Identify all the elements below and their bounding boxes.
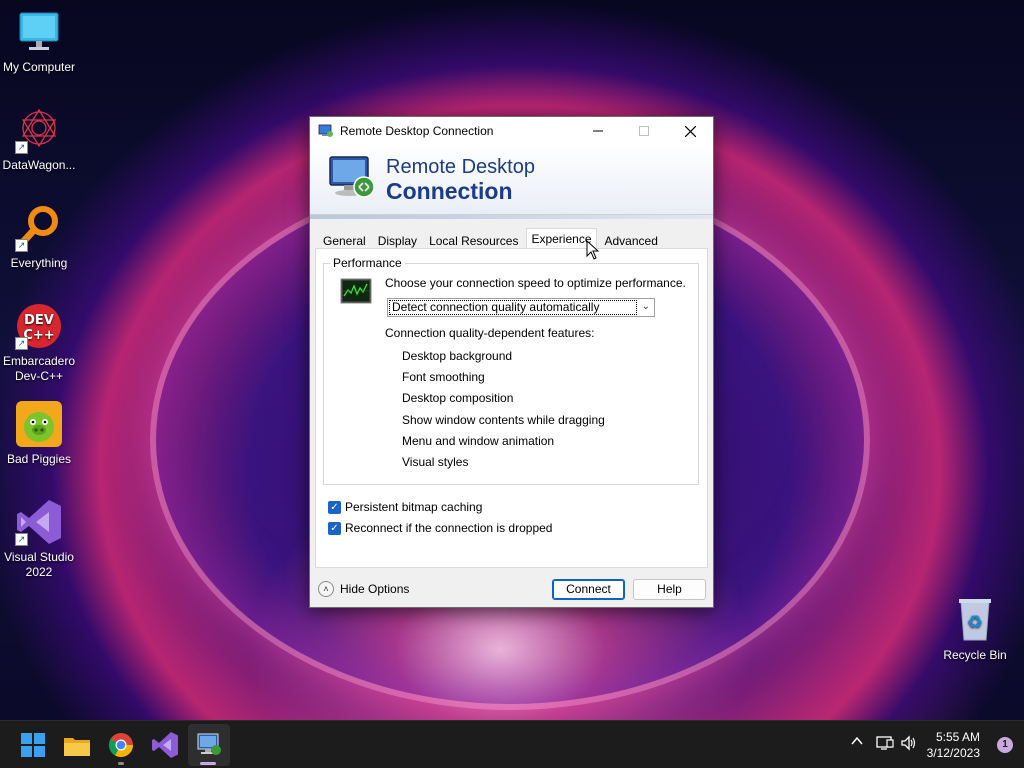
bad-piggies-icon bbox=[15, 400, 63, 448]
shortcut-arrow-icon: ↗ bbox=[15, 533, 28, 546]
banner-title-line2: Connection bbox=[386, 178, 513, 204]
checkmark-icon: ✓ bbox=[328, 521, 341, 535]
window-title: Remote Desktop Connection bbox=[340, 124, 494, 138]
feature-item: Desktop background bbox=[402, 349, 513, 363]
connection-speed-value: Detect connection quality automatically bbox=[389, 300, 637, 315]
visual-studio-icon[interactable] bbox=[150, 730, 180, 760]
maximize-icon bbox=[639, 126, 649, 136]
visual-studio-icon: ↗ bbox=[15, 498, 63, 546]
clock-date: 3/12/2023 bbox=[926, 746, 980, 760]
desktop-icon-label: Visual Studio 2022 bbox=[4, 550, 74, 579]
desktop-icon-bad-piggies[interactable]: Bad Piggies bbox=[0, 400, 78, 467]
desktop-icon-label: Embarcadero Dev-C++ bbox=[2, 354, 76, 383]
volume-icon[interactable] bbox=[900, 735, 918, 754]
experience-panel: Performance Choose your connection speed… bbox=[315, 248, 708, 568]
windows-start-icon[interactable] bbox=[18, 730, 48, 760]
help-button[interactable]: Help bbox=[633, 579, 706, 600]
desktop-icon-datawagon[interactable]: ↗ DataWagon... bbox=[0, 106, 78, 173]
network-icon[interactable] bbox=[876, 735, 894, 754]
connect-button[interactable]: Connect bbox=[552, 579, 625, 600]
desktop-icon-label: Bad Piggies bbox=[6, 452, 72, 466]
maximize-button bbox=[621, 117, 667, 145]
svg-text:C++: C++ bbox=[23, 328, 54, 343]
recycle-bin-icon: ♻ bbox=[951, 596, 999, 644]
minimize-icon bbox=[593, 130, 603, 132]
checkbox-label: Persistent bitmap caching bbox=[345, 500, 483, 514]
svg-text:DEV: DEV bbox=[24, 313, 54, 328]
dialog-banner: Remote Desktop Connection bbox=[310, 145, 713, 215]
connection-speed-select[interactable]: Detect connection quality automatically … bbox=[387, 298, 655, 317]
minimize-button[interactable] bbox=[575, 117, 621, 145]
close-button[interactable] bbox=[667, 117, 713, 145]
remote-desktop-dialog: Remote Desktop Connection Remote Desktop… bbox=[309, 116, 714, 608]
desktop-icon-label: Everything bbox=[10, 256, 68, 270]
hide-options-label: Hide Options bbox=[340, 582, 410, 596]
performance-group: Performance Choose your connection speed… bbox=[323, 256, 699, 485]
remote-desktop-large-icon bbox=[329, 156, 375, 198]
shortcut-arrow-icon: ↗ bbox=[15, 239, 28, 252]
remote-desktop-active-indicator bbox=[200, 762, 216, 765]
taskbar: 5:55 AM 3/12/2023 1 bbox=[0, 720, 1024, 768]
performance-monitor-icon bbox=[340, 278, 372, 304]
remote-desktop-icon[interactable] bbox=[194, 730, 224, 760]
svg-text:♻: ♻ bbox=[967, 612, 983, 633]
system-tray: 5:55 AM 3/12/2023 1 bbox=[824, 721, 1024, 768]
hide-options-button[interactable]: ˄ Hide Options bbox=[318, 581, 409, 597]
desktop-icon-my-computer[interactable]: My Computer bbox=[0, 8, 78, 75]
chevron-up-icon[interactable] bbox=[850, 734, 864, 751]
chrome-running-indicator bbox=[118, 762, 124, 765]
remote-desktop-icon bbox=[318, 124, 333, 137]
checkmark-icon: ✓ bbox=[328, 500, 341, 514]
notification-badge[interactable]: 1 bbox=[997, 737, 1013, 753]
feature-item: Menu and window animation bbox=[402, 434, 555, 448]
monitor-icon bbox=[15, 8, 63, 56]
desktop-icon-devcpp[interactable]: DEV C++ ↗ Embarcadero Dev-C++ bbox=[0, 302, 78, 384]
connection-speed-label: Choose your connection speed to optimize… bbox=[385, 276, 686, 290]
checkbox-label: Reconnect if the connection is dropped bbox=[345, 521, 553, 535]
desktop-icon-recycle-bin[interactable]: ♻ Recycle Bin bbox=[936, 596, 1014, 663]
banner-title-line1: Remote Desktop bbox=[386, 156, 535, 178]
chevron-up-icon: ˄ bbox=[318, 581, 334, 597]
mouse-cursor-icon bbox=[586, 240, 600, 260]
close-icon bbox=[684, 125, 696, 137]
desktop-icon-label: Recycle Bin bbox=[943, 648, 1007, 662]
devcpp-icon: DEV C++ ↗ bbox=[15, 302, 63, 350]
desktop-icon-label: My Computer bbox=[2, 60, 76, 74]
desktop-icon-visual-studio[interactable]: ↗ Visual Studio 2022 bbox=[0, 498, 78, 580]
clock-time: 5:55 AM bbox=[935, 730, 980, 744]
shortcut-arrow-icon: ↗ bbox=[15, 141, 28, 154]
clock[interactable]: 5:55 AM 3/12/2023 bbox=[927, 729, 980, 761]
shortcut-arrow-icon: ↗ bbox=[15, 337, 28, 350]
banner-separator bbox=[310, 215, 713, 219]
desktop-icon-everything[interactable]: ↗ Everything bbox=[0, 204, 78, 271]
feature-item: Visual styles bbox=[402, 455, 469, 469]
feature-item: Desktop composition bbox=[402, 391, 514, 405]
title-bar[interactable]: Remote Desktop Connection bbox=[310, 117, 713, 145]
reconnect-checkbox[interactable]: ✓ Reconnect if the connection is dropped bbox=[328, 521, 552, 535]
desktop-icon-label: DataWagon... bbox=[2, 158, 76, 172]
dialog-footer: ˄ Hide Options Connect Help bbox=[310, 577, 713, 607]
chrome-icon[interactable] bbox=[106, 730, 136, 760]
feature-item: Show window contents while dragging bbox=[402, 413, 605, 427]
chevron-down-icon: ⌄ bbox=[641, 301, 650, 312]
file-explorer-icon[interactable] bbox=[62, 730, 92, 760]
everything-search-icon: ↗ bbox=[15, 204, 63, 252]
features-label: Connection quality-dependent features: bbox=[385, 326, 595, 340]
datawagon-icon: ↗ bbox=[15, 106, 63, 154]
persistent-bitmap-caching-checkbox[interactable]: ✓ Persistent bitmap caching bbox=[328, 500, 482, 514]
feature-item: Font smoothing bbox=[402, 370, 485, 384]
performance-group-title: Performance bbox=[330, 256, 405, 270]
